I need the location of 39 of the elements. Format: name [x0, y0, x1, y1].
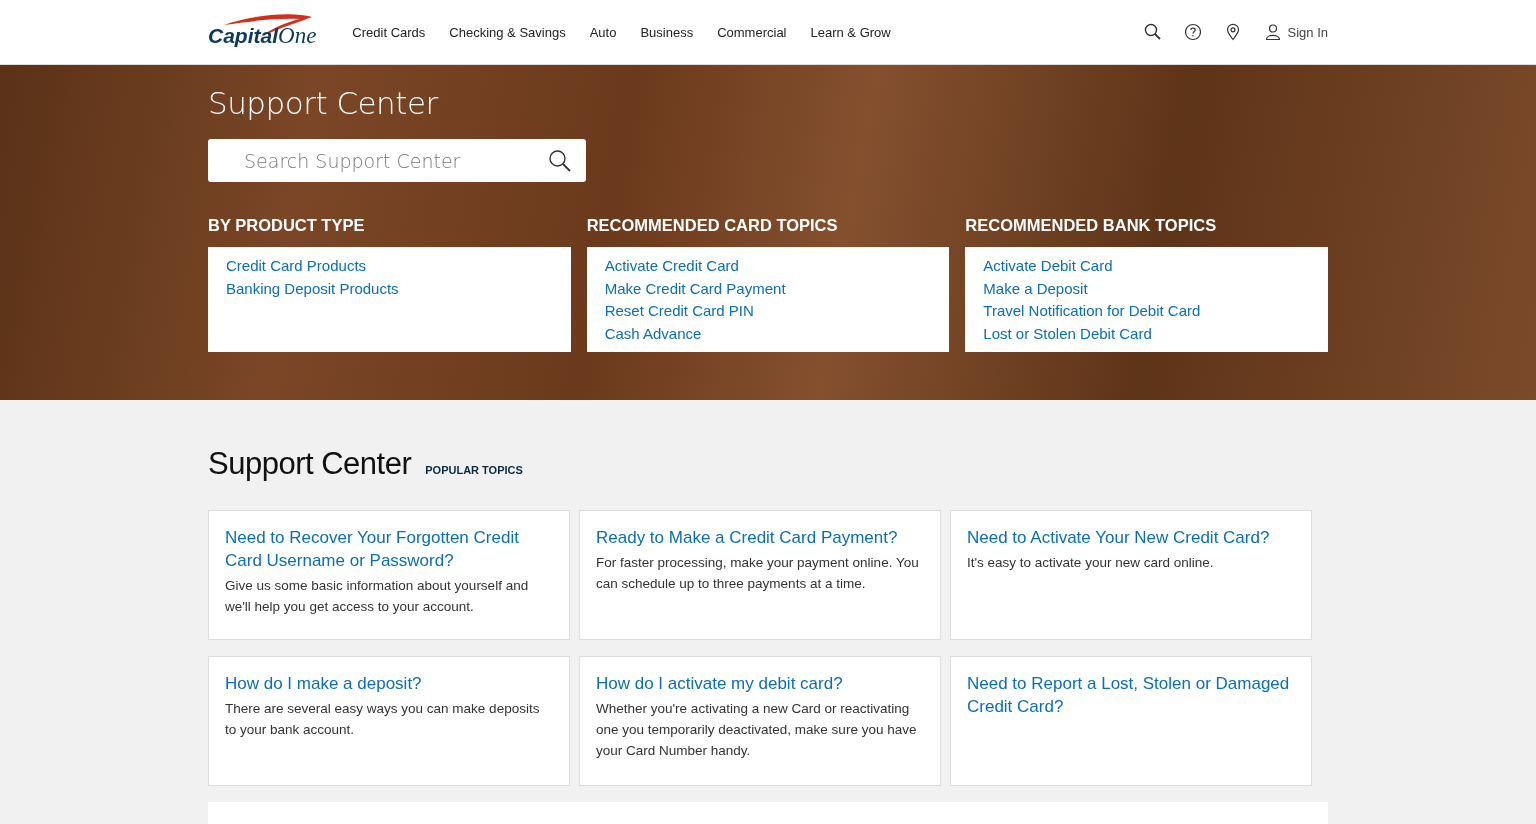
- nav-link[interactable]: Credit Cards: [352, 24, 426, 40]
- nav-link[interactable]: Checking & Savings: [449, 24, 566, 40]
- page-title: Support Center: [208, 85, 440, 121]
- nav-link[interactable]: Learn & Grow: [810, 24, 891, 40]
- topic-link[interactable]: Travel Notification for Debit Card: [983, 300, 1310, 323]
- topic-link[interactable]: Activate Credit Card: [604, 255, 932, 278]
- nav-link[interactable]: Commercial: [717, 24, 787, 40]
- card-text: Whether you're activating a new Card or reactivating one you temporarily deactivated, make sure you have your Card Number handy.: [596, 700, 918, 760]
- section-heading: RECOMMENDED CARD TOPICS: [586, 216, 839, 235]
- card-title-link[interactable]: How do I make a deposit?: [225, 672, 553, 695]
- sign-in-link[interactable]: Sign In: [1263, 23, 1328, 41]
- help-icon[interactable]: [1183, 23, 1202, 41]
- person-icon: [1263, 23, 1282, 41]
- topic-link[interactable]: Make Credit Card Payment: [604, 277, 932, 300]
- card-text: It's easy to activate your new card online.: [967, 554, 1215, 572]
- card-text: There are several easy ways you can make deposits to your bank account.: [225, 700, 541, 739]
- topic-link[interactable]: Reset Credit Card PIN: [604, 300, 932, 323]
- search-icon[interactable]: [548, 149, 572, 173]
- card-title-link[interactable]: Need to Activate Your New Credit Card?: [967, 526, 1295, 549]
- search-field[interactable]: Search Support Center: [208, 139, 586, 182]
- topic-link[interactable]: Make a Deposit: [983, 277, 1310, 300]
- card-title-link[interactable]: How do I activate my debit card?: [596, 672, 924, 695]
- topic-link[interactable]: Lost or Stolen Debit Card: [983, 322, 1310, 345]
- topic-link[interactable]: Banking Deposit Products: [226, 277, 553, 300]
- section-title: Support Center: [208, 446, 412, 482]
- card-text: For faster processing, make your payment online. You can schedule up to three payments at a time.: [596, 554, 920, 593]
- search-icon[interactable]: [1143, 23, 1162, 41]
- topic-link[interactable]: Activate Debit Card: [983, 255, 1310, 278]
- nav-link[interactable]: Auto: [589, 24, 617, 40]
- card-title-link[interactable]: Need to Report a Lost, Stolen or Damaged Credit Card?: [967, 672, 1295, 718]
- nav-link[interactable]: Business: [640, 24, 694, 40]
- section-subtitle: POPULAR TOPICS: [425, 464, 523, 476]
- card-title-link[interactable]: Ready to Make a Credit Card Payment?: [596, 526, 924, 549]
- section-heading: BY PRODUCT TYPE: [208, 216, 366, 235]
- card-text: Give us some basic information about yourself and we'll help you get access to your account.: [225, 577, 530, 616]
- section-heading: RECOMMENDED BANK TOPICS: [965, 216, 1218, 235]
- topic-link[interactable]: Credit Card Products: [226, 255, 553, 278]
- topic-link[interactable]: Cash Advance: [604, 322, 932, 345]
- card-title-link[interactable]: Need to Recover Your Forgotten Credit Card Username or Password?: [225, 526, 553, 572]
